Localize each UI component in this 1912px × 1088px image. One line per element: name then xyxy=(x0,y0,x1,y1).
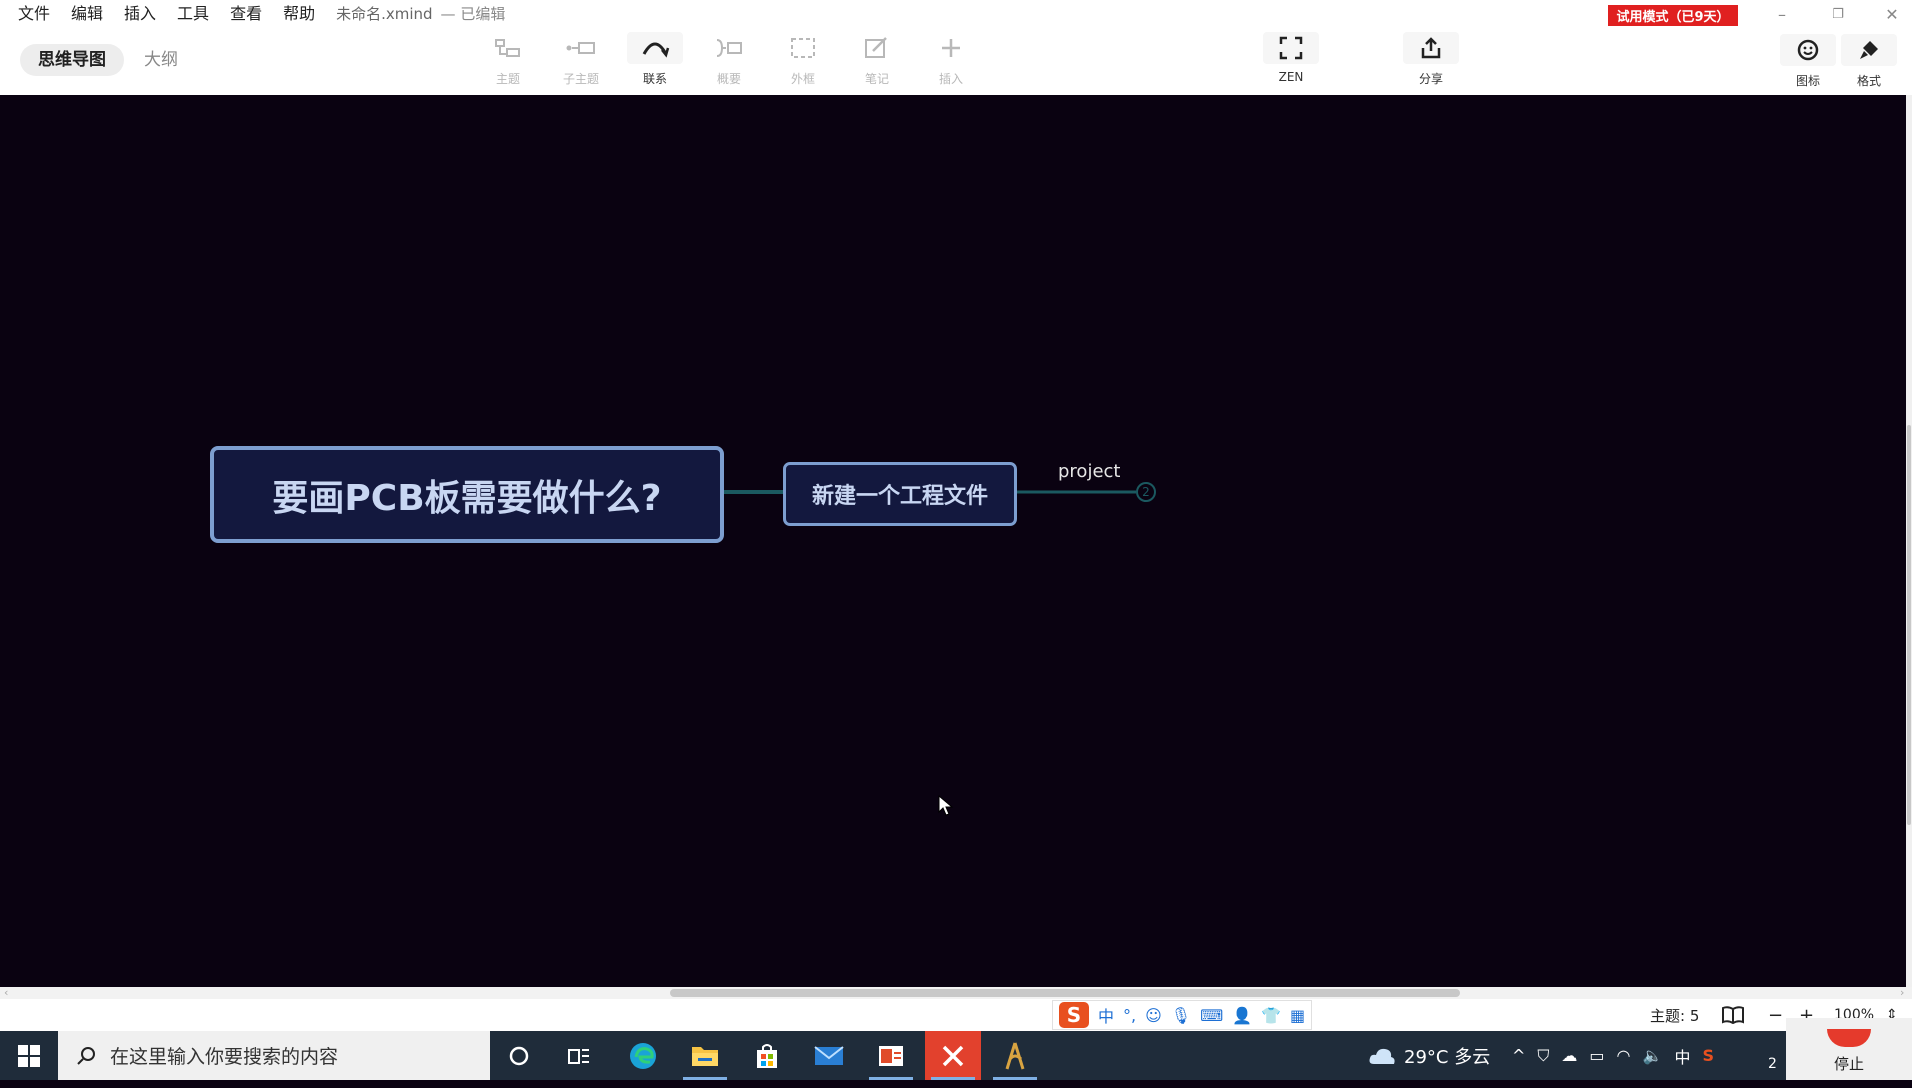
start-button[interactable] xyxy=(0,1031,58,1080)
edge-browser-icon[interactable] xyxy=(615,1031,671,1080)
topic-count: 主题: 5 xyxy=(1650,1006,1700,1025)
zoom-out-button[interactable]: − xyxy=(1768,999,1783,1031)
ime-indicator[interactable]: 中 xyxy=(1674,1044,1690,1068)
ime-keyboard-icon[interactable]: ⌨ xyxy=(1200,1006,1223,1025)
horizontal-scroll-thumb[interactable] xyxy=(670,989,1460,997)
taskbar-search[interactable]: 在这里输入你要搜索的内容 xyxy=(58,1031,490,1080)
scroll-right-icon[interactable]: › xyxy=(1900,987,1904,999)
ime-mode-toggle[interactable]: 中 xyxy=(1098,1003,1114,1027)
system-tray: ^ ⛉ ☁ ▭ ◠ 🔈 中 S xyxy=(1512,1031,1714,1080)
task-view-icon[interactable] xyxy=(551,1031,607,1080)
stop-recording-widget[interactable]: 停止 xyxy=(1786,1018,1912,1080)
mouse-cursor-icon xyxy=(938,795,954,816)
clock-fragment[interactable]: 2 xyxy=(1768,1039,1777,1088)
weather-widget[interactable]: 29°C 多云 xyxy=(1368,1031,1490,1080)
ime-grid-icon[interactable]: ▦ xyxy=(1290,1006,1305,1025)
sogou-tray-icon[interactable]: S xyxy=(1702,1046,1714,1065)
cloud-icon xyxy=(1369,1048,1395,1064)
search-icon xyxy=(77,1046,95,1065)
wifi-icon[interactable]: ◠ xyxy=(1617,1046,1631,1065)
ime-user-icon[interactable]: 👤 xyxy=(1232,1006,1252,1025)
battery-icon[interactable]: ▭ xyxy=(1589,1046,1604,1065)
altium-app-icon[interactable] xyxy=(987,1031,1043,1080)
record-stop-icon xyxy=(1827,1029,1871,1047)
vertical-scrollbar[interactable] xyxy=(1906,95,1912,987)
mail-icon[interactable] xyxy=(801,1031,857,1080)
vertical-scroll-thumb[interactable] xyxy=(1907,425,1911,825)
scroll-left-icon[interactable]: ‹ xyxy=(4,987,8,999)
central-topic[interactable]: 要画PCB板需要做什么? xyxy=(210,446,724,543)
presentation-app-icon[interactable] xyxy=(863,1031,919,1080)
sogou-logo-icon[interactable]: S xyxy=(1059,1002,1089,1028)
ime-toolbar: S 中 °, ☺ 🎙 ⌨ 👤 👕 ▦ xyxy=(1052,1000,1313,1030)
status-bar xyxy=(0,999,1912,1031)
tray-expand-icon[interactable]: ^ xyxy=(1512,1046,1525,1065)
book-icon[interactable] xyxy=(1722,999,1744,1031)
search-placeholder: 在这里输入你要搜索的内容 xyxy=(110,1046,339,1068)
ime-punct-toggle[interactable]: °, xyxy=(1123,1006,1136,1025)
horizontal-scrollbar[interactable]: ‹ › xyxy=(0,987,1912,999)
ime-mic-icon[interactable]: 🎙 xyxy=(1171,1006,1191,1025)
cortana-icon[interactable] xyxy=(491,1031,547,1080)
main-topic[interactable]: 新建一个工程文件 xyxy=(783,462,1017,526)
onedrive-icon[interactable]: ☁ xyxy=(1561,1046,1577,1065)
stop-label: 停止 xyxy=(1833,1055,1864,1073)
file-explorer-icon[interactable] xyxy=(677,1031,733,1080)
windows-logo-icon xyxy=(18,1044,40,1067)
volume-icon[interactable]: 🔈 xyxy=(1643,1046,1663,1065)
windows-taskbar: 在这里输入你要搜索的内容 29°C 多云 ^ ⛉ ☁ ▭ ◠ 🔈 中 S 2 xyxy=(0,1031,1912,1080)
subtopic-label[interactable]: project xyxy=(1058,461,1120,482)
ime-emoji-icon[interactable]: ☺ xyxy=(1145,1006,1162,1025)
xmind-app-icon[interactable] xyxy=(925,1031,981,1080)
ime-skin-icon[interactable]: 👕 xyxy=(1261,1006,1281,1025)
weather-text: 29°C 多云 xyxy=(1404,1046,1491,1068)
collapsed-count-badge[interactable]: 2 xyxy=(1136,482,1156,502)
security-shield-icon[interactable]: ⛉ xyxy=(1537,1046,1549,1066)
store-icon[interactable] xyxy=(739,1031,795,1080)
